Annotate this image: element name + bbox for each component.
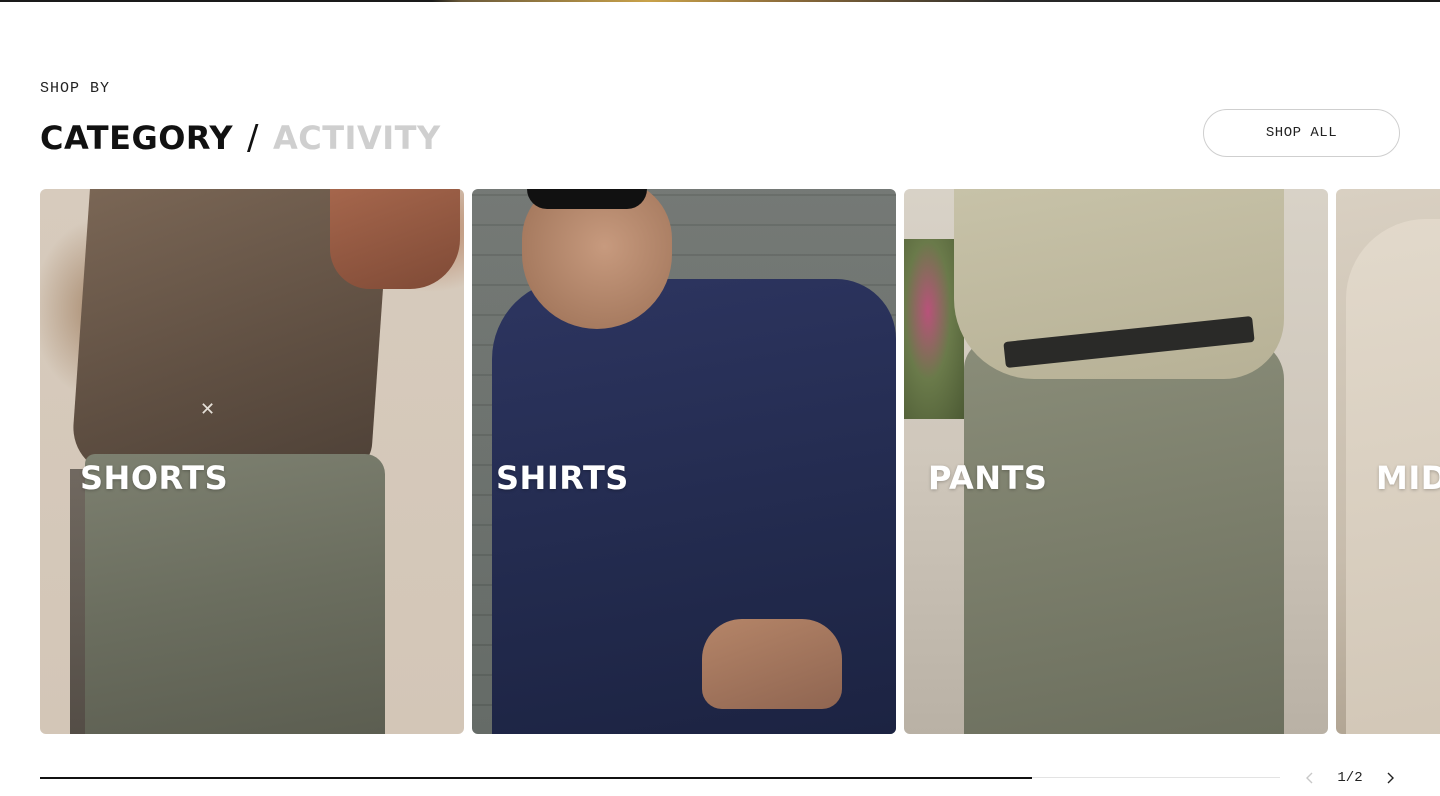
category-card-pants[interactable]: PANTS <box>904 189 1328 734</box>
hero-image-edge <box>0 0 1440 2</box>
tab-activity[interactable]: ACTIVITY <box>273 118 441 158</box>
category-carousel[interactable]: ✕ SHORTS SHIRTS PANTS MIDLAYERS <box>40 189 1440 734</box>
current-page: 1 <box>1337 770 1346 786</box>
chevron-right-icon[interactable] <box>1380 768 1400 788</box>
carousel-progress-fill <box>40 776 1032 779</box>
total-pages: 2 <box>1354 770 1363 786</box>
tab-category[interactable]: CATEGORY <box>40 118 233 158</box>
carousel-pager: 1 / 2 <box>1300 766 1400 790</box>
category-card-shorts[interactable]: ✕ SHORTS <box>40 189 464 734</box>
section-eyebrow: SHOP BY <box>40 80 111 97</box>
card-label: PANTS <box>928 459 1048 497</box>
category-card-midlayers[interactable]: MIDLAYERS <box>1336 189 1440 734</box>
brand-mark-icon: ✕ <box>200 399 216 419</box>
card-label: SHIRTS <box>496 459 629 497</box>
page-separator: / <box>1345 770 1355 786</box>
category-card-shirts[interactable]: SHIRTS <box>472 189 896 734</box>
page-counter: 1 / 2 <box>1337 770 1362 786</box>
shop-by-heading: CATEGORY / ACTIVITY <box>40 118 441 158</box>
carousel-progress-bar <box>40 776 1280 779</box>
shop-all-button[interactable]: SHOP ALL <box>1203 109 1400 157</box>
card-label: MIDLAYERS <box>1376 459 1440 497</box>
card-label: SHORTS <box>80 459 229 497</box>
heading-separator: / <box>246 118 259 158</box>
chevron-left-icon[interactable] <box>1300 768 1320 788</box>
